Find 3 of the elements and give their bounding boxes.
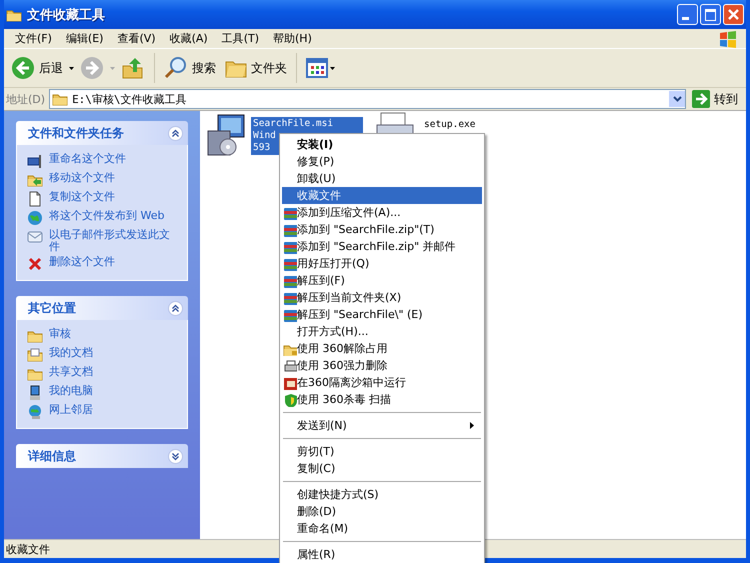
- status-text: 收藏文件: [6, 542, 50, 556]
- address-label: 地址(D): [6, 92, 46, 106]
- window-title: 文件收藏工具: [27, 6, 106, 24]
